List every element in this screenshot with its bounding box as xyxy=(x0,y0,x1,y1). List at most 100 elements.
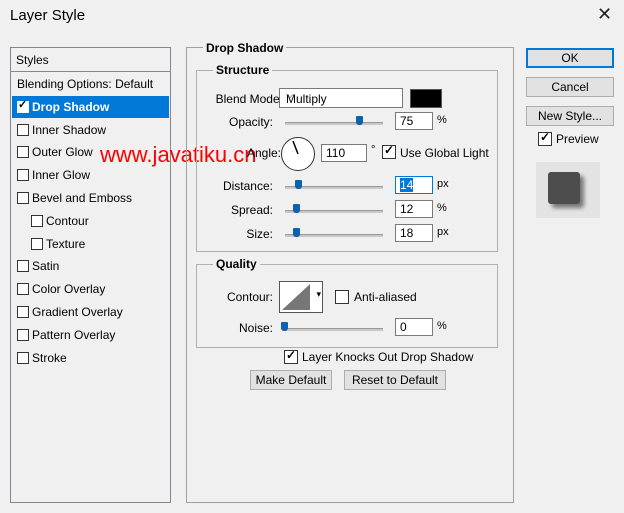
spread-unit: % xyxy=(437,202,447,214)
new-style-button[interactable]: New Style... xyxy=(526,106,614,126)
style-item-stroke[interactable]: Stroke xyxy=(12,347,169,369)
style-item-label: Drop Shadow xyxy=(32,99,110,114)
distance-input[interactable]: 14 xyxy=(395,176,433,194)
style-item-drop-shadow[interactable]: ✓ Drop Shadow xyxy=(12,95,169,118)
size-input[interactable]: 18 xyxy=(395,224,433,242)
style-checkbox[interactable] xyxy=(17,169,29,182)
style-checkbox[interactable] xyxy=(17,283,29,296)
style-item-inner-shadow[interactable]: Inner Shadow xyxy=(12,119,169,141)
structure-group: Structure Blend Mode: Multiply ⌵ Opacity… xyxy=(196,63,498,252)
spread-input[interactable]: 12 xyxy=(395,200,433,218)
angle-input[interactable]: 110 xyxy=(321,144,367,162)
distance-unit: px xyxy=(437,178,449,190)
checkmark-icon: ✓ xyxy=(18,98,28,111)
ok-button[interactable]: OK xyxy=(526,48,614,68)
anti-aliased-checkbox[interactable] xyxy=(335,290,349,304)
contour-preview-icon xyxy=(282,284,310,310)
noise-unit: % xyxy=(437,320,447,332)
cancel-button[interactable]: Cancel xyxy=(526,77,614,97)
use-global-light-label: Use Global Light xyxy=(400,146,489,160)
layer-knocks-out-label: Layer Knocks Out Drop Shadow xyxy=(302,350,474,364)
preview-label: Preview xyxy=(556,132,599,146)
blend-mode-select[interactable]: Multiply ⌵ xyxy=(279,88,403,108)
noise-label: Noise: xyxy=(238,321,273,335)
style-item-label: Satin xyxy=(32,259,60,274)
drop-shadow-title: Drop Shadow xyxy=(203,41,287,55)
style-preview-thumbnail xyxy=(536,162,600,218)
style-checkbox[interactable] xyxy=(17,328,29,341)
opacity-input[interactable]: 75 xyxy=(395,112,433,130)
style-checkbox[interactable]: ✓ xyxy=(17,98,29,113)
layer-knocks-out-checkbox[interactable]: ✓ xyxy=(284,348,298,364)
style-item-gradient-overlay[interactable]: Gradient Overlay xyxy=(12,301,169,323)
structure-title: Structure xyxy=(213,63,273,77)
style-checkbox[interactable] xyxy=(17,351,29,364)
style-item-label: Color Overlay xyxy=(32,282,106,297)
opacity-unit: % xyxy=(437,114,447,126)
size-unit: px xyxy=(437,226,449,238)
make-default-button[interactable]: Make Default xyxy=(250,370,332,390)
angle-needle-icon xyxy=(292,140,299,155)
style-item-texture[interactable]: Texture xyxy=(12,233,169,255)
style-item-label: Contour xyxy=(46,213,89,228)
style-item-label: Gradient Overlay xyxy=(32,305,123,319)
style-checkbox[interactable] xyxy=(31,237,43,250)
chevron-down-icon: ⌵ xyxy=(286,90,294,101)
contour-label: Contour: xyxy=(226,290,273,304)
angle-unit: ° xyxy=(371,144,376,156)
noise-slider[interactable] xyxy=(285,328,383,331)
style-item-label: Inner Glow xyxy=(32,168,91,183)
style-item-label: Bevel and Emboss xyxy=(32,191,133,205)
style-checkbox[interactable] xyxy=(17,306,29,318)
size-slider-thumb[interactable] xyxy=(293,228,300,237)
style-item-contour[interactable]: Contour xyxy=(12,210,169,232)
chevron-down-icon: ▾ xyxy=(316,289,321,299)
opacity-slider-thumb[interactable] xyxy=(355,116,363,125)
style-item-label: Texture xyxy=(46,236,86,251)
contour-picker[interactable]: ▾ xyxy=(279,281,323,313)
style-checkbox[interactable] xyxy=(31,214,43,227)
noise-input[interactable]: 0 xyxy=(395,318,433,336)
style-item-label: Stroke xyxy=(32,350,67,365)
quality-group: Quality Contour: ▾ Anti-aliased Noise: 0… xyxy=(196,257,498,348)
quality-title: Quality xyxy=(213,257,260,271)
checkmark-icon: ✓ xyxy=(286,348,297,362)
checkmark-icon: ✓ xyxy=(540,130,551,144)
close-icon[interactable]: ✕ xyxy=(597,5,612,23)
preview-square xyxy=(548,172,580,204)
style-item-satin[interactable]: Satin xyxy=(12,255,169,277)
style-item-blending-options-default[interactable]: Blending Options: Default xyxy=(12,73,169,95)
blend-mode-label: Blend Mode: xyxy=(215,92,283,106)
distance-label: Distance: xyxy=(222,179,273,193)
angle-dial[interactable] xyxy=(281,137,315,171)
opacity-label: Opacity: xyxy=(228,115,273,129)
noise-slider-thumb[interactable] xyxy=(281,322,288,331)
distance-slider-thumb[interactable] xyxy=(295,180,302,189)
preview-checkbox[interactable]: ✓ xyxy=(538,130,552,146)
opacity-slider[interactable] xyxy=(285,122,383,125)
reset-to-default-button[interactable]: Reset to Default xyxy=(344,370,446,390)
distance-value-selected: 14 xyxy=(400,178,414,192)
style-item-label: Blending Options: Default xyxy=(17,77,154,91)
spread-slider-thumb[interactable] xyxy=(293,204,300,213)
spread-label: Spread: xyxy=(230,203,273,217)
size-label: Size: xyxy=(246,227,273,241)
angle-label: Angle: xyxy=(246,146,281,160)
style-item-bevel-and-emboss[interactable]: Bevel and Emboss xyxy=(12,187,169,209)
use-global-light-checkbox[interactable]: ✓ xyxy=(382,143,396,159)
style-checkbox[interactable] xyxy=(17,146,29,159)
style-item-pattern-overlay[interactable]: Pattern Overlay xyxy=(12,324,169,346)
style-checkbox[interactable] xyxy=(17,192,29,204)
styles-list: Styles Blending Options: Default ✓ Drop Sh… xyxy=(10,47,171,503)
styles-header-label: Styles xyxy=(16,53,49,67)
drop-shadow-panel: Drop Shadow Structure Blend Mode: Multip… xyxy=(186,41,514,503)
shadow-color-swatch[interactable] xyxy=(410,89,442,108)
style-item-label: Inner Shadow xyxy=(32,122,107,137)
style-item-color-overlay[interactable]: Color Overlay xyxy=(12,278,169,300)
style-checkbox[interactable] xyxy=(17,123,29,136)
style-checkbox[interactable] xyxy=(17,260,29,273)
style-item-label: Pattern Overlay xyxy=(32,327,116,342)
anti-aliased-label: Anti-aliased xyxy=(354,290,417,304)
styles-list-header[interactable]: Styles xyxy=(11,48,170,72)
checkmark-icon: ✓ xyxy=(384,143,395,157)
